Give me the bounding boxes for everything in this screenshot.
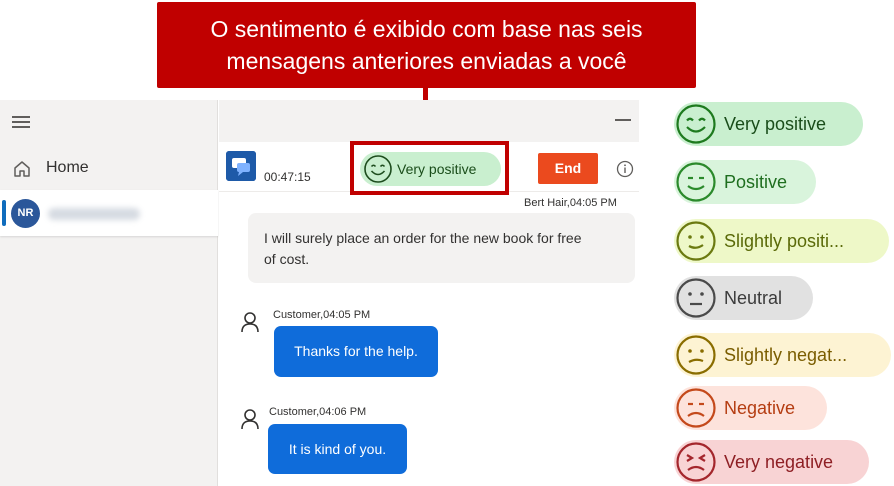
legend-item-very-positive: Very positive: [674, 102, 863, 146]
end-button[interactable]: End: [538, 153, 598, 184]
slightly-negative-face-icon: [676, 335, 716, 375]
sidebar-item-home[interactable]: Home: [0, 152, 218, 186]
legend-label: Slightly positi...: [724, 231, 845, 251]
message-meta: Bert Hair,04:05 PM: [524, 197, 617, 209]
legend-item-negative: Negative: [674, 386, 827, 430]
legend-label: Very positive: [724, 114, 827, 134]
legend-label: Very negative: [724, 452, 834, 472]
callout-banner: O sentimento é exibido com base nas seis…: [157, 2, 696, 88]
message-meta: Customer,04:06 PM: [269, 406, 367, 418]
legend-label: Neutral: [724, 288, 783, 308]
customer-person-icon: [241, 312, 259, 333]
chat-channel-icon: [226, 151, 256, 181]
sidebar-item-session[interactable]: NR: [0, 190, 218, 236]
minimize-icon[interactable]: [615, 119, 631, 121]
info-icon[interactable]: [616, 160, 634, 178]
slightly-positive-face-icon: [676, 221, 716, 261]
legend-label: Negative: [724, 398, 796, 418]
very-negative-face-icon: [676, 442, 716, 482]
session-timer: 00:47:15: [264, 170, 311, 184]
customer-message-bubble: Thanks for the help.: [274, 326, 438, 377]
customer-person-icon: [241, 409, 259, 430]
legend-item-very-negative: Very negative: [674, 440, 869, 484]
neutral-face-icon: [676, 278, 716, 318]
legend-item-positive: Positive: [674, 160, 816, 204]
message-text-line: of cost.: [264, 251, 310, 267]
very-positive-face-icon: [676, 104, 716, 144]
legend-item-slightly-positive: Slightly positi...: [674, 219, 889, 263]
callout-line-1: O sentimento é exibido com base nas seis: [210, 16, 643, 42]
customer-message-bubble: It is kind of you.: [268, 424, 407, 474]
message-meta: Customer,04:05 PM: [273, 309, 371, 321]
legend-label: Slightly negat...: [724, 345, 848, 365]
redacted-customer-name: [48, 208, 140, 220]
legend-label: Positive: [724, 172, 788, 192]
avatar: NR: [11, 199, 40, 228]
message-text-line: I will surely place an order for the new…: [264, 230, 582, 246]
sidebar: Home NR: [0, 100, 218, 486]
home-icon: [14, 161, 30, 177]
hamburger-menu-icon[interactable]: [12, 116, 30, 128]
legend-item-slightly-negative: Slightly negat...: [674, 333, 891, 377]
callout-line-2: mensagens anteriores enviadas a você: [226, 48, 627, 74]
sidebar-item-label: Home: [46, 159, 89, 176]
legend-item-neutral: Neutral: [674, 276, 813, 320]
active-indicator: [2, 200, 6, 226]
positive-face-icon: [676, 162, 716, 202]
negative-face-icon: [676, 388, 716, 428]
title-bar: [219, 100, 639, 142]
sentiment-highlight-box: [350, 141, 509, 195]
agent-message-bubble: I will surely place an order for the new…: [248, 213, 635, 283]
